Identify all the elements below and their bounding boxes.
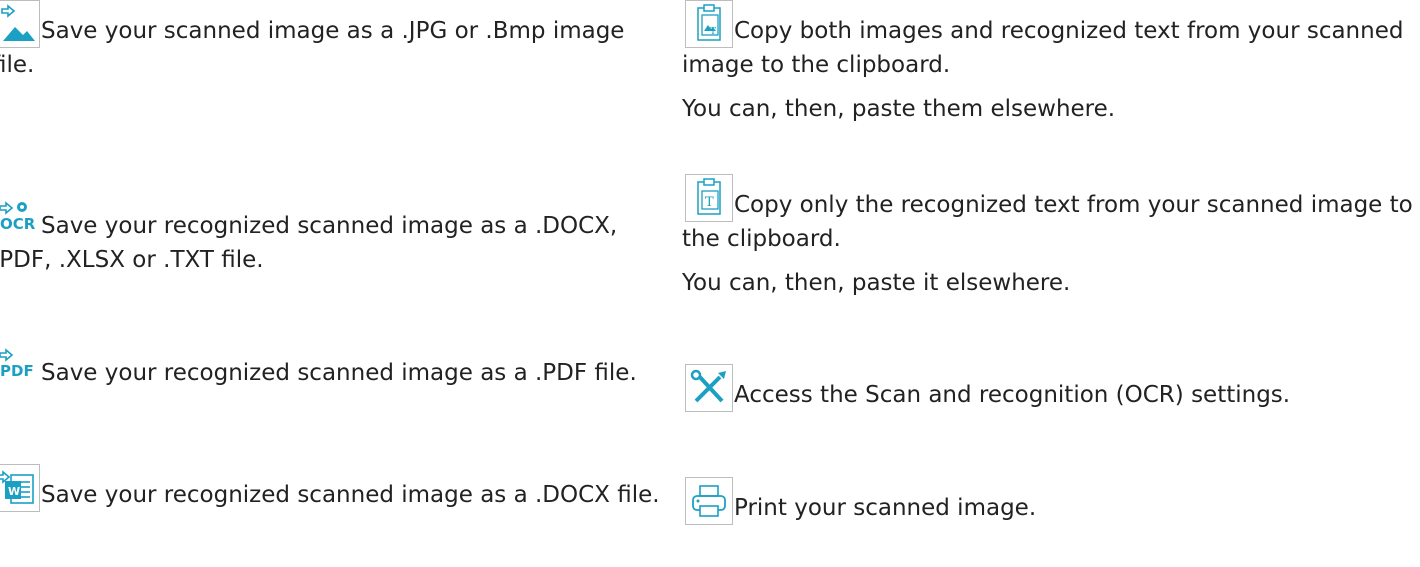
save-ocr-icon[interactable]: OCR bbox=[0, 195, 40, 243]
copy-text-note: You can, then, paste it elsewhere. bbox=[682, 270, 1071, 296]
save-word-icon[interactable]: W bbox=[0, 464, 40, 512]
text-icon-label: T bbox=[705, 195, 714, 210]
copy-images-text-item: T Copy both images and recognized text f… bbox=[682, 0, 1417, 126]
save-pdf-text: Save your recognized scanned image as a … bbox=[41, 360, 637, 386]
copy-text-text: Copy only the recognized text from your … bbox=[682, 192, 1413, 252]
save-ocr-item: OCR Save your recognized scanned image a… bbox=[0, 195, 672, 277]
save-word-item: W Save your recognized scanned image as … bbox=[0, 464, 672, 512]
copy-text-item: T Copy only the recognized text from you… bbox=[682, 174, 1417, 300]
save-pdf-icon[interactable]: PDF bbox=[0, 342, 40, 390]
copy-images-text-note: You can, then, paste them elsewhere. bbox=[682, 96, 1116, 122]
save-image-icon[interactable] bbox=[0, 0, 40, 48]
copy-images-text-text: Copy both images and recognized text fro… bbox=[682, 18, 1404, 78]
save-image-text: Save your scanned image as a .JPG or .Bm… bbox=[0, 18, 625, 78]
settings-text: Access the Scan and recognition (OCR) se… bbox=[734, 382, 1291, 408]
settings-tools-icon[interactable] bbox=[685, 364, 733, 412]
svg-text:T: T bbox=[710, 27, 716, 37]
pdf-icon-label: PDF bbox=[0, 362, 34, 380]
print-icon[interactable] bbox=[685, 477, 733, 525]
print-text: Print your scanned image. bbox=[734, 495, 1037, 521]
copy-images-text-icon[interactable]: T bbox=[685, 0, 733, 48]
word-icon-label: W bbox=[8, 485, 20, 498]
ocr-icon-label: OCR bbox=[0, 215, 36, 233]
save-ocr-text: Save your recognized scanned image as a … bbox=[0, 213, 618, 273]
print-item: Print your scanned image. bbox=[682, 477, 1417, 525]
settings-item: Access the Scan and recognition (OCR) se… bbox=[682, 364, 1417, 412]
save-word-text: Save your recognized scanned image as a … bbox=[41, 482, 660, 508]
save-pdf-item: PDF Save your recognized scanned image a… bbox=[0, 342, 672, 390]
save-image-item: Save your scanned image as a .JPG or .Bm… bbox=[0, 0, 672, 82]
copy-text-icon[interactable]: T bbox=[685, 174, 733, 222]
